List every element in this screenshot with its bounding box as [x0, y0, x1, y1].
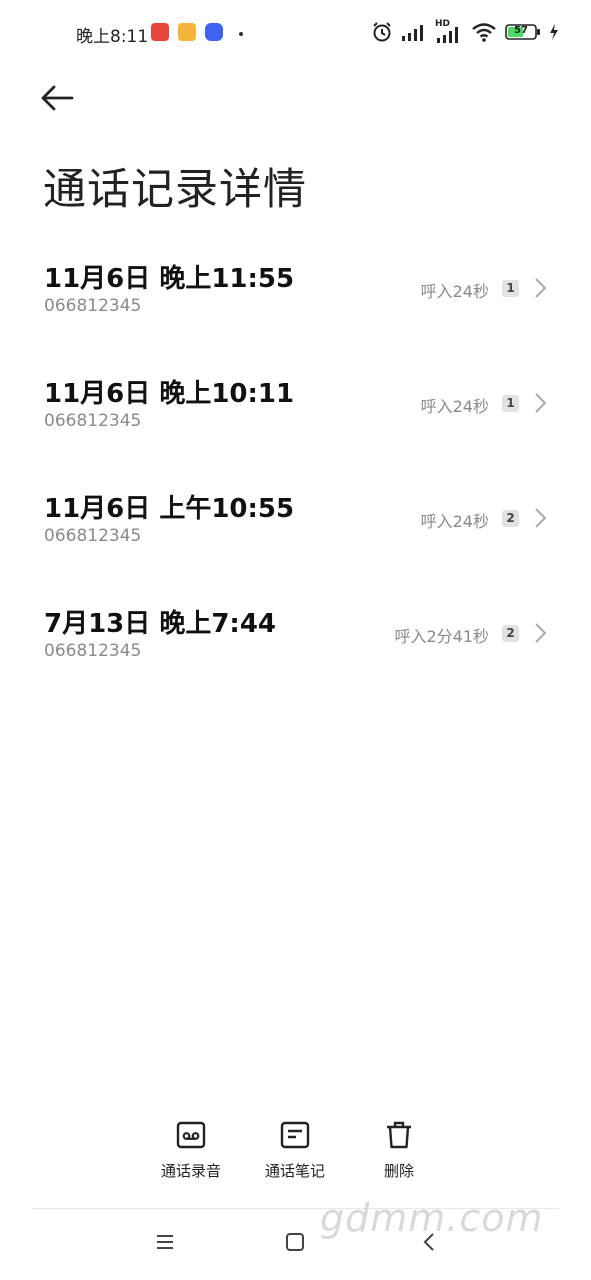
note-icon [280, 1121, 310, 1149]
call-detail-page: 晚上8:11 HD 57 通话记录详情 11月6日 晚上11:55 066812… [0, 0, 591, 1280]
chevron-right-icon [535, 623, 547, 643]
back-button[interactable] [36, 80, 80, 116]
chevron-right-icon [535, 278, 547, 298]
delete-label: 删除 [383, 1162, 414, 1180]
call-record-row[interactable]: 11月6日 晚上11:55 066812345 呼入24秒 1 [0, 240, 591, 355]
call-duration: 呼入2分41秒 [394, 627, 489, 646]
status-bar: 晚上8:11 HD 57 [0, 14, 591, 54]
signal-icon [402, 25, 423, 41]
more-notifications-icon [239, 32, 243, 36]
watermark: gdmm.com [320, 1196, 544, 1240]
sim-badge: 1 [502, 280, 519, 297]
call-time: 11月6日 晚上10:11 [44, 379, 295, 409]
status-time: 晚上8:11 [76, 27, 149, 47]
call-number: 066812345 [44, 641, 142, 661]
sim-badge: 2 [502, 625, 519, 642]
alarm-icon [373, 22, 391, 42]
call-record-row[interactable]: 11月6日 晚上10:11 066812345 呼入24秒 1 [0, 355, 591, 470]
call-duration: 呼入24秒 [420, 397, 489, 416]
page-title: 通话记录详情 [43, 165, 307, 215]
call-time: 11月6日 上午10:55 [44, 494, 295, 524]
call-number: 066812345 [44, 411, 142, 431]
menu-icon[interactable] [155, 1232, 175, 1252]
notification-app-icon [205, 23, 223, 41]
call-list: 11月6日 晚上11:55 066812345 呼入24秒 1 11月6日 晚上… [0, 240, 591, 700]
call-number: 066812345 [44, 296, 142, 316]
call-notes-label: 通话笔记 [264, 1162, 325, 1180]
call-record-row[interactable]: 11月6日 上午10:55 066812345 呼入24秒 2 [0, 470, 591, 585]
sim-badge: 1 [502, 395, 519, 412]
notification-app-icon [151, 23, 169, 41]
wifi-icon [472, 23, 496, 42]
status-icons: HD 57 [371, 19, 559, 43]
action-bar: 通话录音 通话笔记 删除 [0, 1120, 591, 1186]
charging-icon [550, 24, 558, 40]
home-square-icon[interactable] [285, 1232, 305, 1252]
notification-app-icon [178, 23, 196, 41]
arrow-left-icon [41, 85, 74, 111]
call-duration: 呼入24秒 [420, 282, 489, 301]
signal-hd-icon: HD [435, 19, 463, 43]
chevron-right-icon [535, 393, 547, 413]
sim-badge: 2 [502, 510, 519, 527]
call-time: 11月6日 晚上11:55 [44, 264, 295, 294]
call-time: 7月13日 晚上7:44 [44, 609, 276, 639]
call-recording-label: 通话录音 [160, 1162, 221, 1180]
trash-icon [387, 1121, 411, 1149]
chevron-right-icon [535, 508, 547, 528]
delete-button[interactable]: 删除 [351, 1120, 447, 1181]
battery-level: 57 [514, 25, 528, 36]
call-number: 066812345 [44, 526, 142, 546]
battery-icon: 57 [505, 23, 541, 41]
call-duration: 呼入24秒 [420, 512, 489, 531]
call-record-row[interactable]: 7月13日 晚上7:44 066812345 呼入2分41秒 2 [0, 585, 591, 700]
call-notes-button[interactable]: 通话笔记 [247, 1120, 343, 1181]
voicemail-icon [176, 1121, 206, 1149]
call-recording-button[interactable]: 通话录音 [143, 1120, 239, 1181]
